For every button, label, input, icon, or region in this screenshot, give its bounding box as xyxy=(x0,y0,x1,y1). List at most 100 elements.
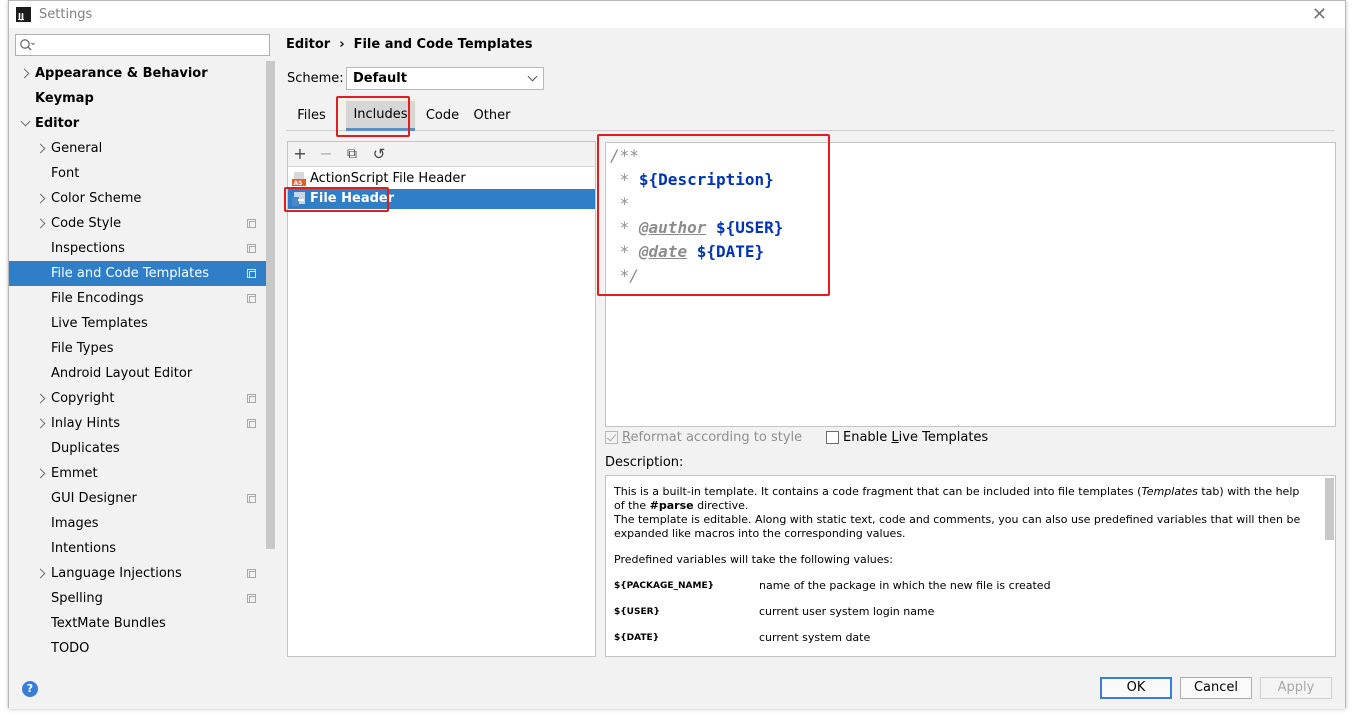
cancel-button[interactable]: Cancel xyxy=(1180,677,1252,699)
search-input[interactable] xyxy=(40,36,266,54)
sidebar-item-label: Spelling xyxy=(51,591,103,606)
chevron-right-icon[interactable] xyxy=(35,193,46,204)
sidebar-item-emmet[interactable]: Emmet xyxy=(9,461,266,486)
sidebar-item-duplicates[interactable]: Duplicates xyxy=(9,436,266,461)
copy-icon[interactable]: ⧉ xyxy=(343,145,361,163)
add-icon[interactable]: + xyxy=(291,145,309,163)
template-item-label: File Header xyxy=(310,191,395,206)
description-intro: This is a built-in template. It contains… xyxy=(614,485,1300,512)
tab-code[interactable]: Code xyxy=(421,101,464,131)
sidebar-item-label: TextMate Bundles xyxy=(51,616,166,631)
remove-icon[interactable]: − xyxy=(317,145,335,163)
sidebar-item-copyright[interactable]: Copyright xyxy=(9,386,266,411)
code-line-date: * @date ${DATE} xyxy=(610,242,765,261)
sidebar-item-spelling[interactable]: Spelling xyxy=(9,586,266,611)
sidebar-item-textmate-bundles[interactable]: TextMate Bundles xyxy=(9,611,266,636)
sidebar-item-keymap[interactable]: Keymap xyxy=(9,86,266,111)
sidebar-item-file-encodings[interactable]: File Encodings xyxy=(9,286,266,311)
tab-other[interactable]: Other xyxy=(470,101,514,131)
sidebar-item-label: GUI Designer xyxy=(51,491,137,506)
sidebar-item-inspections[interactable]: Inspections xyxy=(9,236,266,261)
code-line-open: /** xyxy=(610,146,639,165)
scheme-value: Default xyxy=(353,71,407,86)
live-templates-checkbox[interactable] xyxy=(826,431,839,444)
sidebar-item-inlay-hints[interactable]: Inlay Hints xyxy=(9,411,266,436)
tab-files[interactable]: Files xyxy=(286,101,337,131)
sidebar-item-label: Copyright xyxy=(51,391,115,406)
sidebar-item-file-types[interactable]: File Types xyxy=(9,336,266,361)
sidebar-item-label: File and Code Templates xyxy=(51,266,209,281)
sidebar-item-code-style[interactable]: Code Style xyxy=(9,211,266,236)
sidebar-item-appearance-behavior[interactable]: Appearance & Behavior xyxy=(9,61,266,86)
sidebar-item-editor[interactable]: Editor xyxy=(9,111,266,136)
sidebar-item-label: Inlay Hints xyxy=(51,416,120,431)
template-item-actionscript-file-header[interactable]: AS ActionScript File Header xyxy=(288,169,595,189)
search-icon xyxy=(20,39,35,51)
code-line-close: */ xyxy=(610,266,639,285)
sidebar-item-label: Inspections xyxy=(51,241,125,256)
template-item-file-header[interactable]: File Header xyxy=(288,189,595,209)
project-settings-icon xyxy=(247,419,256,428)
breadcrumb: Editor › File and Code Templates xyxy=(286,37,532,52)
sidebar-scrollbar[interactable] xyxy=(266,61,275,549)
chevron-right-icon[interactable] xyxy=(19,68,30,79)
sidebar-item-label: Live Templates xyxy=(51,316,148,331)
sidebar-item-intentions[interactable]: Intentions xyxy=(9,536,266,561)
chevron-down-icon[interactable] xyxy=(20,116,31,127)
sidebar-item-label: Language Injections xyxy=(51,566,182,581)
code-line-description: * ${Description} xyxy=(610,170,774,189)
sidebar-item-font[interactable]: Font xyxy=(9,161,266,186)
dialog-button-bar: ? OK Cancel Apply xyxy=(9,666,1345,709)
sidebar-item-android-layout-editor[interactable]: Android Layout Editor xyxy=(9,361,266,386)
template-code-editor[interactable]: /** * ${Description} * * @author ${USER}… xyxy=(605,142,1336,427)
project-settings-icon xyxy=(247,294,256,303)
code-line-blank: * xyxy=(610,194,630,213)
description-scrollbar[interactable] xyxy=(1325,478,1334,540)
chevron-right-icon[interactable] xyxy=(35,418,46,429)
sidebar-item-label: Android Layout Editor xyxy=(51,366,193,381)
close-icon[interactable]: ✕ xyxy=(1312,4,1327,25)
apply-button[interactable]: Apply xyxy=(1260,677,1332,699)
settings-tree: Appearance & Behavior Keymap Editor General… xyxy=(9,61,266,661)
live-templates-option[interactable]: Enable Live Templates xyxy=(826,430,988,445)
chevron-right-icon[interactable] xyxy=(35,218,46,229)
help-icon[interactable]: ? xyxy=(22,681,38,697)
sidebar-item-file-and-code-templates[interactable]: File and Code Templates xyxy=(9,261,266,286)
description-editable-note: The template is editable. Along with sta… xyxy=(614,513,1301,540)
sidebar-item-label: Editor xyxy=(35,116,80,131)
template-tabs: Files Includes Code Other xyxy=(286,91,1335,131)
sidebar-item-color-scheme[interactable]: Color Scheme xyxy=(9,186,266,211)
window-title: Settings xyxy=(39,7,93,22)
reformat-checkbox[interactable] xyxy=(605,431,618,444)
reformat-option[interactable]: Reformat according to style xyxy=(605,430,802,445)
ok-button[interactable]: OK xyxy=(1100,677,1172,699)
project-settings-icon xyxy=(247,494,256,503)
settings-sidebar: Appearance & Behavior Keymap Editor General… xyxy=(9,28,276,666)
breadcrumb-parent[interactable]: Editor xyxy=(286,37,330,52)
description-vars-intro: Predefined variables will take the follo… xyxy=(614,553,893,566)
sidebar-item-label: Duplicates xyxy=(51,441,120,456)
chevron-right-icon[interactable] xyxy=(35,568,46,579)
chevron-right-icon[interactable] xyxy=(35,393,46,404)
sidebar-item-images[interactable]: Images xyxy=(9,511,266,536)
sidebar-item-live-templates[interactable]: Live Templates xyxy=(9,311,266,336)
settings-search-box[interactable] xyxy=(15,34,270,56)
title-bar: IJ Settings ✕ xyxy=(9,1,1345,28)
sidebar-item-todo[interactable]: TODO xyxy=(9,636,266,661)
sidebar-item-label: File Encodings xyxy=(51,291,144,306)
sidebar-item-label: Color Scheme xyxy=(51,191,142,206)
breadcrumb-separator: › xyxy=(339,37,345,52)
chevron-right-icon[interactable] xyxy=(35,468,46,479)
sidebar-item-label: Emmet xyxy=(51,466,98,481)
sidebar-item-gui-designer[interactable]: GUI Designer xyxy=(9,486,266,511)
sidebar-item-language-injections[interactable]: Language Injections xyxy=(9,561,266,586)
variable-row: ${USER} current user system login name xyxy=(614,605,935,618)
tab-includes[interactable]: Includes xyxy=(346,101,415,131)
chevron-right-icon[interactable] xyxy=(35,143,46,154)
reset-icon[interactable]: ↺ xyxy=(370,145,388,163)
svg-text:AS: AS xyxy=(294,180,303,186)
sidebar-item-general[interactable]: General xyxy=(9,136,266,161)
description-panel: This is a built-in template. It contains… xyxy=(605,475,1336,657)
scheme-dropdown[interactable]: Default xyxy=(346,67,544,90)
sidebar-item-label: Intentions xyxy=(51,541,117,556)
